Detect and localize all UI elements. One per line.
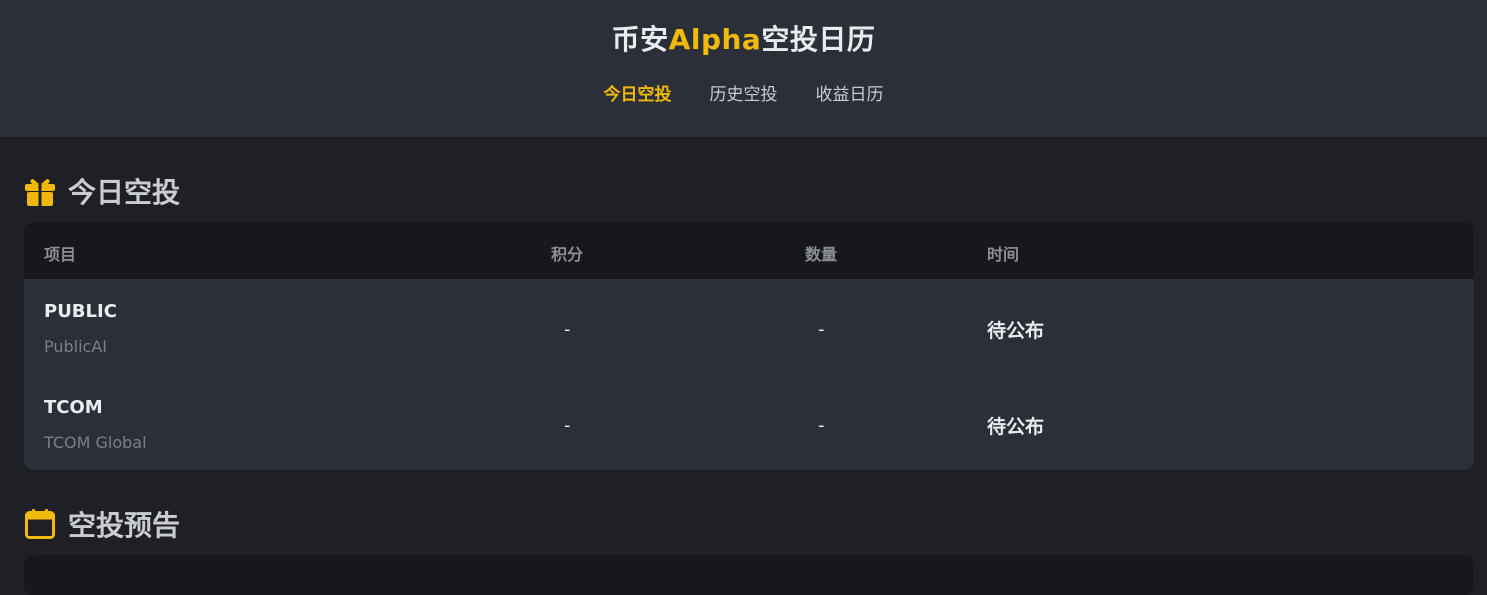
amount-value: - [818,415,825,436]
preview-airdrop-table [24,555,1474,595]
main-nav: 今日空投 历史空投 收益日历 [0,80,1487,105]
col-project: 项目 [44,245,77,264]
col-amount: 数量 [805,245,838,264]
preview-section-title: 空投预告 [68,509,181,542]
col-points: 积分 [551,245,584,264]
amount-value: - [818,319,825,340]
nav-history-airdrop[interactable]: 历史空投 [710,80,778,105]
project-name: PublicAI [44,337,108,356]
points-value: - [564,319,571,340]
preview-section-heading: 空投预告 [24,504,180,544]
today-section-heading: 今日空投 [24,171,180,211]
table-row[interactable]: PUBLIC PublicAI - - 待公布 [24,279,1474,375]
gift-icon [25,179,55,206]
today-airdrop-table: 项目 积分 数量 时间 PUBLIC PublicAI - - 待公布 TCOM… [24,222,1474,470]
title-accent: Alpha [668,23,762,56]
nav-earnings-calendar[interactable]: 收益日历 [816,80,884,105]
project-symbol: TCOM [44,397,103,418]
title-prefix: 币安 [611,23,669,56]
time-value: 待公布 [987,416,1045,438]
col-time: 时间 [987,245,1020,264]
table-row[interactable]: TCOM TCOM Global - - 待公布 [24,375,1474,470]
nav-today-airdrop[interactable]: 今日空投 [604,80,672,105]
project-symbol: PUBLIC [44,301,117,322]
site-title: 币安Alpha空投日历 [0,18,1487,58]
table-header: 项目 积分 数量 时间 [24,222,1474,279]
points-value: - [564,415,571,436]
site-header: 币安Alpha空投日历 今日空投 历史空投 收益日历 [0,0,1487,137]
title-suffix: 空投日历 [761,23,876,56]
calendar-icon [25,509,55,539]
today-section-title: 今日空投 [68,176,181,209]
project-name: TCOM Global [44,433,147,452]
time-value: 待公布 [987,320,1045,342]
